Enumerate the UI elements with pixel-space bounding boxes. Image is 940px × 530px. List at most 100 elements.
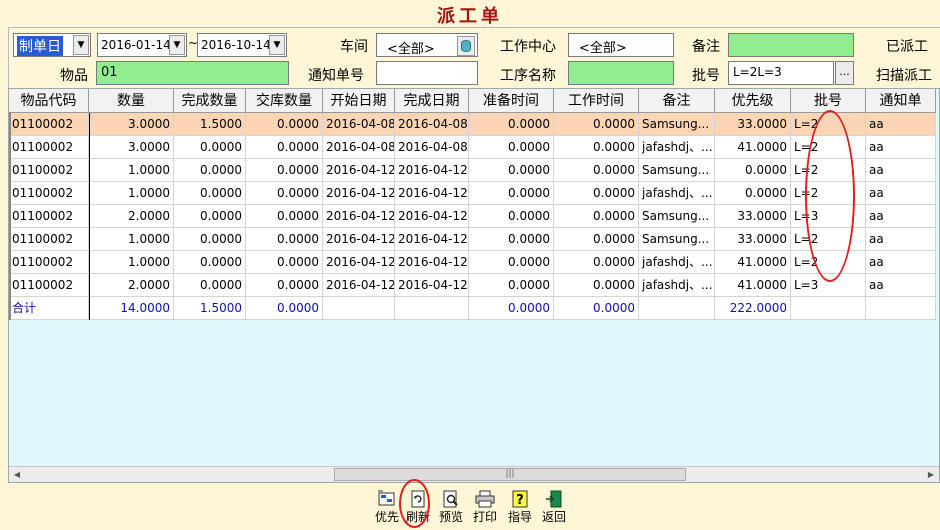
column-header[interactable]: 开始日期 [323, 89, 395, 113]
workshop-select[interactable]: <全部> [376, 33, 478, 57]
database-icon[interactable] [457, 36, 475, 56]
column-header[interactable]: 物品代码 [9, 89, 89, 113]
notice-no-label: 通知单号 [308, 68, 364, 84]
column-header[interactable]: 批号 [791, 89, 866, 113]
table-cell: Samsung... [639, 159, 715, 182]
table-cell: 0.0000 [246, 251, 323, 274]
preview-icon [443, 490, 458, 508]
table-cell: 0.0000 [174, 205, 246, 228]
item-label: 物品 [60, 68, 88, 84]
table-cell: 0.0000 [554, 205, 639, 228]
table-cell: 0.0000 [469, 205, 554, 228]
preview-button[interactable]: 预览 [434, 488, 468, 528]
table-cell [395, 297, 469, 320]
table-cell: 2016-04-12 [395, 251, 469, 274]
table-cell: 41.0000 [715, 136, 791, 159]
table-cell: 3.0000 [89, 136, 174, 159]
table-cell: 0.0000 [554, 136, 639, 159]
chevron-down-icon[interactable]: ▼ [269, 35, 285, 55]
table-cell: 33.0000 [715, 113, 791, 136]
table-cell: 2.0000 [89, 274, 174, 297]
date-type-select[interactable]: 制单日 ▼ [13, 33, 91, 57]
table-cell: 2016-04-08 [395, 136, 469, 159]
table-cell: 01100002 [9, 205, 89, 228]
batch-input[interactable]: L=2L=3 [728, 61, 834, 85]
table-row[interactable]: 01100002 3.0000 1.5000 0.0000 2016-04-08 2016… [9, 113, 936, 136]
priority-button-label: 优先 [374, 510, 399, 524]
batch-browse-button[interactable]: ... [835, 61, 854, 85]
column-header[interactable]: 准备时间 [469, 89, 554, 113]
table-cell: jafashdj、... [639, 274, 715, 297]
table-cell: 0.0000 [174, 159, 246, 182]
column-header[interactable]: 数量 [89, 89, 174, 113]
chevron-down-icon[interactable]: ▼ [169, 35, 185, 55]
column-header[interactable]: 通知单 [866, 89, 936, 113]
table-cell: L=3 [791, 205, 866, 228]
table-cell: 0.0000 [174, 251, 246, 274]
table-cell: 3.0000 [89, 113, 174, 136]
priority-button[interactable]: 优先 [370, 488, 404, 528]
column-header[interactable]: 备注 [639, 89, 715, 113]
table-cell: 222.0000 [715, 297, 791, 320]
table-cell: 0.0000 [554, 113, 639, 136]
table-cell: 0.0000 [715, 182, 791, 205]
table-cell: 0.0000 [174, 136, 246, 159]
item-input[interactable]: 01 [96, 61, 289, 85]
notice-no-input[interactable] [376, 61, 478, 85]
remark-label: 备注 [692, 39, 720, 55]
table-cell: 0.0000 [554, 159, 639, 182]
help-icon: ? [512, 490, 528, 508]
scroll-right-icon[interactable]: ▶ [923, 467, 939, 482]
table-cell: jafashdj、... [639, 136, 715, 159]
table-cell: 0.0000 [174, 182, 246, 205]
date-from-picker[interactable]: 2016-01-14 ▼ [97, 33, 187, 57]
column-header[interactable]: 工作时间 [554, 89, 639, 113]
table-cell: 0.0000 [469, 251, 554, 274]
column-header[interactable]: 完成日期 [395, 89, 469, 113]
table-row[interactable]: 01100002 1.0000 0.0000 0.0000 2016-04-12 2016… [9, 159, 936, 182]
work-center-input[interactable]: <全部> [568, 33, 674, 57]
table-row[interactable]: 01100002 3.0000 0.0000 0.0000 2016-04-08 2016… [9, 136, 936, 159]
table-cell: 01100002 [9, 251, 89, 274]
table-row[interactable]: 01100002 1.0000 0.0000 0.0000 2016-04-12 2016… [9, 228, 936, 251]
table-cell: 14.0000 [89, 297, 174, 320]
scroll-left-icon[interactable]: ◀ [9, 467, 25, 482]
exit-button[interactable]: 返回 [537, 488, 571, 528]
table-cell: 0.0000 [469, 136, 554, 159]
column-header[interactable]: 交库数量 [246, 89, 323, 113]
preview-button-label: 预览 [438, 510, 463, 524]
table-cell: 1.0000 [89, 228, 174, 251]
table-cell: 1.5000 [174, 297, 246, 320]
table-row[interactable]: 01100002 2.0000 0.0000 0.0000 2016-04-12 2016… [9, 274, 936, 297]
print-button[interactable]: 打印 [468, 488, 502, 528]
table-cell: 0.0000 [246, 205, 323, 228]
table-cell: 0.0000 [246, 136, 323, 159]
horizontal-scrollbar[interactable]: ◀ ||| ▶ [9, 466, 939, 482]
table-cell: L=2 [791, 228, 866, 251]
table-cell: L=2 [791, 182, 866, 205]
chevron-down-icon[interactable]: ▼ [73, 35, 89, 55]
scrollbar-thumb[interactable]: ||| [334, 468, 686, 481]
table-cell [323, 297, 395, 320]
table-row[interactable]: 01100002 2.0000 0.0000 0.0000 2016-04-12 2016… [9, 205, 936, 228]
table-row[interactable]: 01100002 1.0000 0.0000 0.0000 2016-04-12 2016… [9, 251, 936, 274]
table-cell: 2016-04-08 [323, 136, 395, 159]
column-header[interactable]: 优先级 [715, 89, 791, 113]
table-cell: 1.5000 [174, 113, 246, 136]
table-cell: 2016-04-12 [323, 205, 395, 228]
date-to-value: 2016-10-14 [201, 38, 271, 52]
table-cell: aa [866, 205, 936, 228]
table-cell [866, 297, 936, 320]
table-cell: 2016-04-12 [323, 251, 395, 274]
table-row[interactable]: 01100002 1.0000 0.0000 0.0000 2016-04-12 2016… [9, 182, 936, 205]
remark-input[interactable] [728, 33, 854, 57]
workshop-value: <全部> [387, 42, 435, 57]
column-header[interactable]: 完成数量 [174, 89, 246, 113]
table-cell: 0.0000 [554, 182, 639, 205]
table-cell: jafashdj、... [639, 182, 715, 205]
dispatch-grid: 物品代码 数量 完成数量 交库数量 开始日期 完成日期 准备时间 工作时间 备注 优先级 批号 通知单… [8, 88, 940, 483]
date-to-picker[interactable]: 2016-10-14 ▼ [197, 33, 287, 57]
guide-button[interactable]: ? 指导 [503, 488, 537, 528]
refresh-button[interactable]: 刷新 [401, 488, 435, 528]
process-input[interactable] [568, 61, 674, 85]
